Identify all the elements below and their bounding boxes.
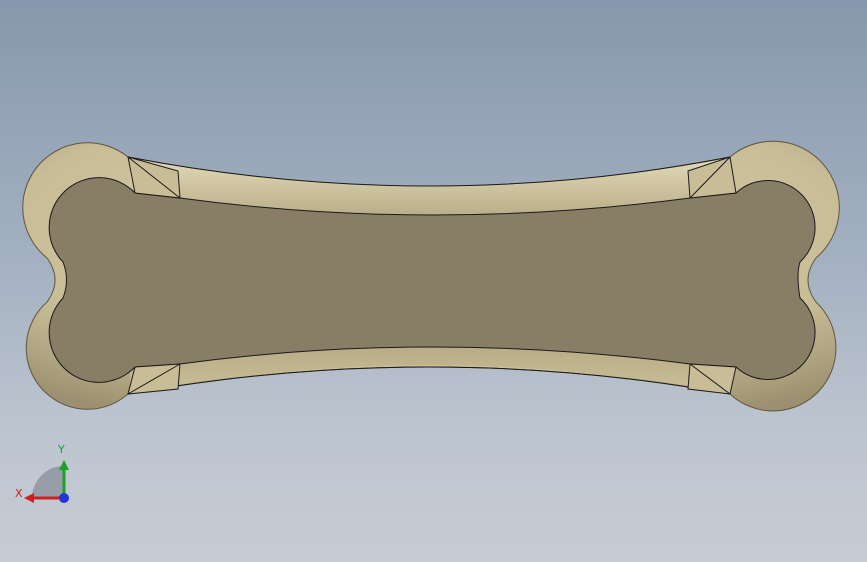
- bone-model[interactable]: [0, 0, 867, 562]
- y-axis-label: Y: [58, 443, 65, 456]
- chamfer-bottom-left: [127, 363, 181, 395]
- x-axis-arrow-icon: [24, 493, 34, 503]
- x-axis-label: X: [15, 487, 23, 500]
- y-axis-arrow-icon: [59, 460, 69, 470]
- z-axis-dot-icon: [59, 493, 69, 503]
- view-orientation-triad: X Y: [10, 440, 80, 510]
- chamfer-bottom-right: [687, 363, 737, 395]
- graphics-viewport[interactable]: X Y: [0, 0, 867, 562]
- triad-plane-shade: [32, 466, 64, 498]
